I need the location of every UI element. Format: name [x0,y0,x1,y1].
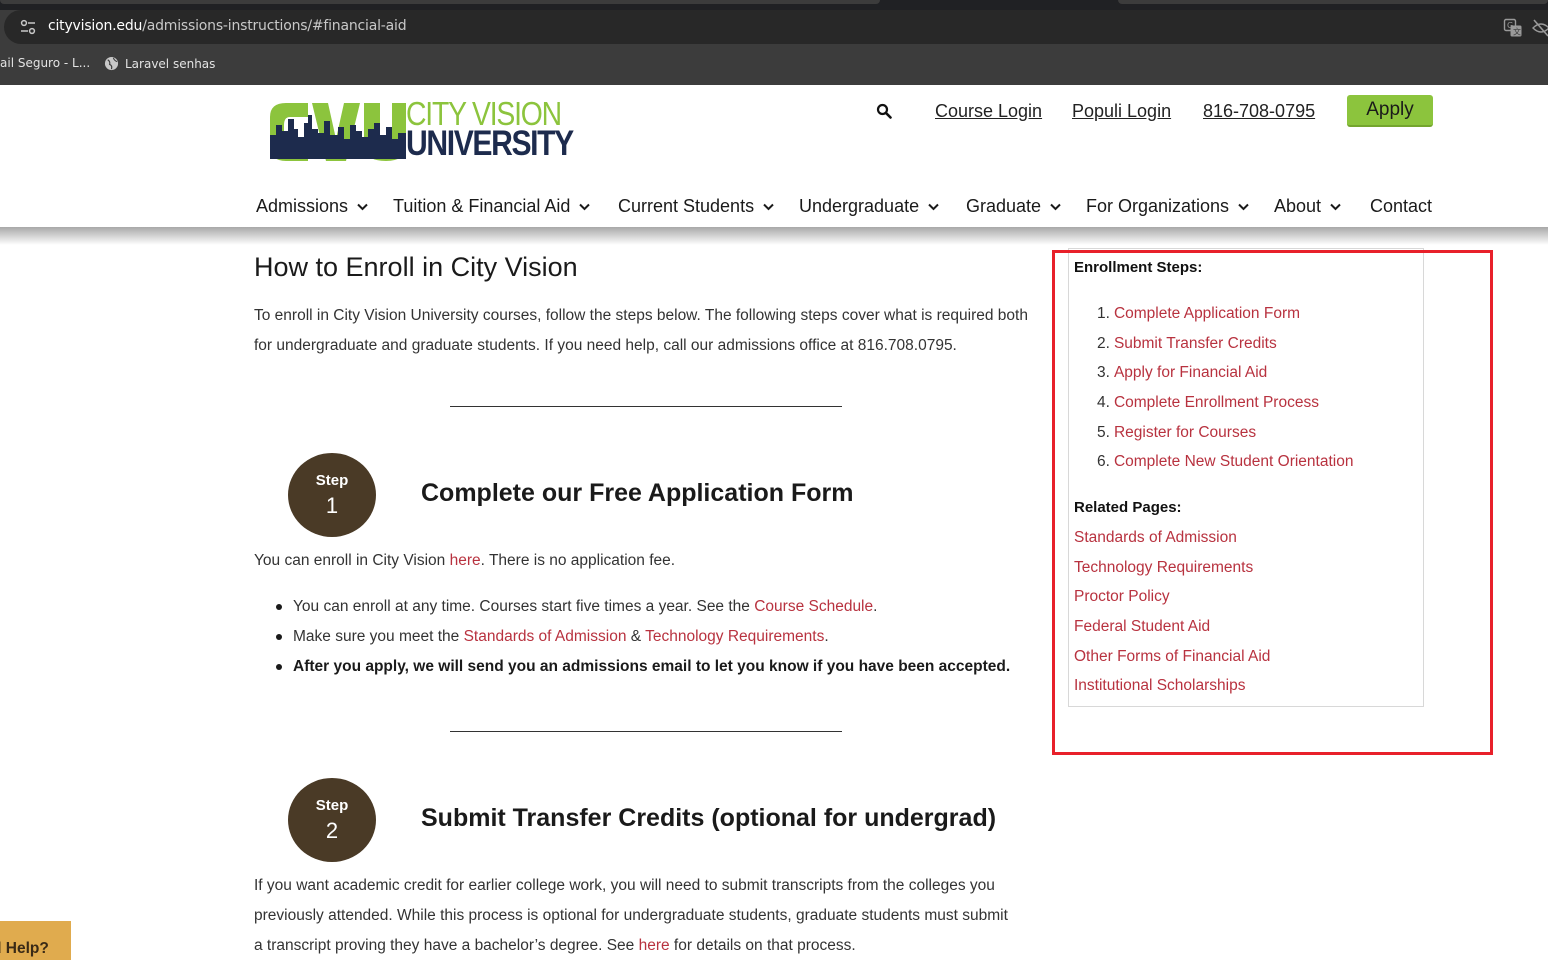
chevron-down-icon [1330,203,1341,210]
browser-toolbar: cityvision.edu/admissions-instructions/#… [0,0,1548,85]
list-item: You can enroll at any time. Courses star… [276,592,1036,622]
step-1-paragraph: You can enroll in City Vision here. Ther… [254,552,676,569]
bookmark-laravel[interactable]: Laravel senhas [104,56,215,71]
step-label: Step [315,472,349,489]
step-2-badge: Step 2 [288,778,376,862]
nav-current-students[interactable]: Current Students [618,196,774,217]
logo-line-university: UNIVERSITY [406,124,574,163]
page-title: How to Enroll in City Vision [254,252,578,282]
step-1-heading: Complete our Free Application Form [421,479,854,507]
need-help-tab[interactable]: d Help? [0,921,71,960]
transfer-details-link[interactable]: here [639,937,670,954]
phone-link[interactable]: 816-708-0795 [1203,101,1315,122]
step-1-bullets: You can enroll at any time. Courses star… [276,592,1036,682]
course-schedule-link[interactable]: Course Schedule [754,598,873,615]
nav-about[interactable]: About [1274,196,1341,217]
technology-requirements-link[interactable]: Technology Requirements [645,628,824,645]
search-icon[interactable] [876,103,892,119]
enroll-here-link[interactable]: here [450,552,481,569]
eye-off-icon[interactable] [1532,18,1548,38]
step-2-heading: Submit Transfer Credits (optional for un… [421,804,997,832]
site-info-icon[interactable] [18,17,38,37]
section-divider [450,406,842,407]
translate-icon[interactable]: G 文 [1503,18,1523,38]
svg-text:文: 文 [1513,27,1521,37]
nav-label: Graduate [966,196,1042,216]
nav-label: Current Students [618,196,755,216]
step-number: 2 [325,818,339,843]
nav-label: Admissions [256,196,349,216]
chevron-down-icon [1050,203,1061,210]
course-login-link[interactable]: Course Login [935,101,1042,122]
nav-undergraduate[interactable]: Undergraduate [799,196,939,217]
step-1-badge: Step 1 [288,453,376,537]
bookmarks-bar: ail Seguro - L... Laravel senhas [0,50,1548,78]
nav-contact[interactable]: Contact [1370,196,1432,217]
nav-label: Contact [1370,196,1433,216]
nav-for-organizations[interactable]: For Organizations [1086,196,1249,217]
url-text[interactable]: cityvision.edu/admissions-instructions/#… [48,18,407,34]
header-shadow [0,227,1548,245]
highlight-annotation [1052,250,1493,755]
chevron-down-icon [1238,203,1249,210]
section-divider [450,731,842,732]
step-label: Step [315,797,349,814]
intro-paragraph: To enroll in City Vision University cour… [254,307,1028,354]
list-item: Make sure you meet the Standards of Admi… [276,622,1036,652]
nav-tuition-financial-aid[interactable]: Tuition & Financial Aid [393,196,591,217]
nav-label: For Organizations [1086,196,1230,216]
nav-label: About [1274,196,1322,216]
chevron-down-icon [763,203,774,210]
tab-strip [0,0,1548,10]
chevron-down-icon [357,203,368,210]
chevron-down-icon [928,203,939,210]
apply-button[interactable]: Apply [1347,95,1433,127]
nav-graduate[interactable]: Graduate [966,196,1061,217]
standards-of-admission-link[interactable]: Standards of Admission [464,628,627,645]
globe-icon [104,56,119,71]
chevron-down-icon [579,203,591,210]
bookmark-email[interactable]: ail Seguro - L... [0,56,90,70]
list-item: After you apply, we will send you an adm… [276,652,1036,682]
populi-login-link[interactable]: Populi Login [1072,101,1171,122]
nav-admissions[interactable]: Admissions [256,196,368,217]
step-number: 1 [325,493,339,518]
nav-label: Undergraduate [799,196,920,216]
step-2-paragraph: If you want academic credit for earlier … [254,877,1008,954]
nav-label: Tuition & Financial Aid [393,196,571,216]
